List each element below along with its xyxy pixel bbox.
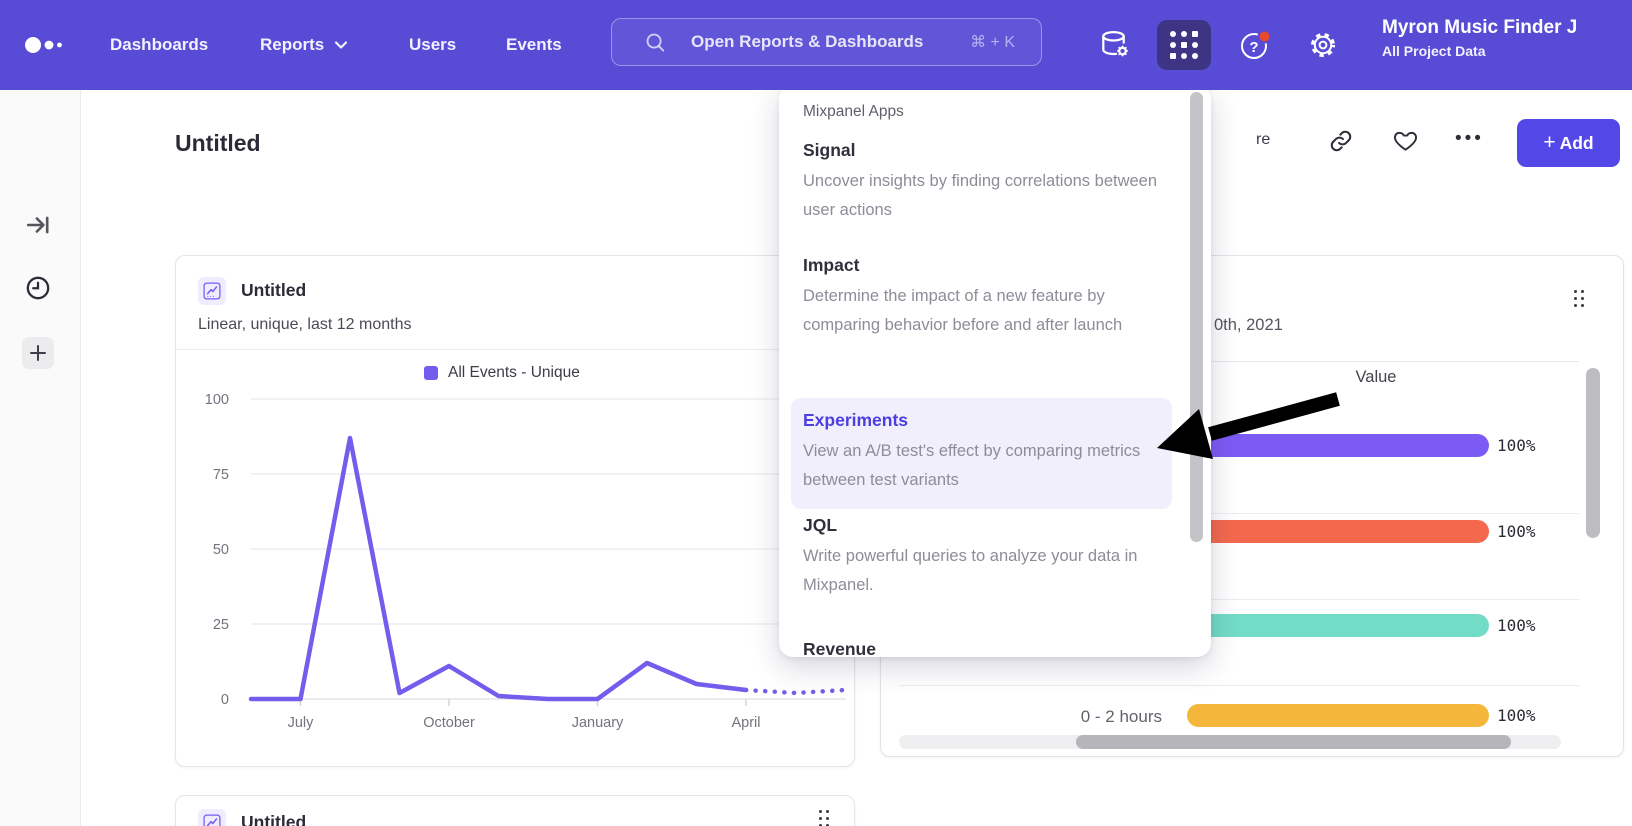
value-text: 100%	[1497, 706, 1536, 725]
search-placeholder: Open Reports & Dashboards	[691, 32, 923, 52]
add-button[interactable]: + Add	[1517, 119, 1620, 167]
recent-clock-icon[interactable]	[22, 272, 54, 304]
menu-item-experiments[interactable]: Experiments View an A/B test's effect by…	[791, 398, 1172, 509]
share-button[interactable]: re	[1256, 131, 1270, 149]
table-row-label: 0 - 2 hours	[962, 707, 1162, 727]
nav-dashboards[interactable]: Dashboards	[110, 0, 208, 90]
dropdown-header: Mixpanel Apps	[803, 103, 904, 121]
data-management-icon[interactable]	[1097, 0, 1133, 90]
chart-card-title: Untitled	[241, 812, 306, 826]
value-bar	[1187, 704, 1489, 727]
svg-text:0: 0	[221, 692, 229, 708]
svg-text:January: January	[572, 715, 624, 731]
line-chart-card-icon	[198, 277, 226, 305]
chevron-down-icon	[334, 40, 348, 50]
svg-text:75: 75	[213, 467, 229, 483]
svg-text:100: 100	[205, 392, 229, 408]
svg-text:October: October	[423, 715, 475, 731]
plus-icon: +	[1543, 131, 1555, 155]
favorite-heart-icon[interactable]	[1392, 128, 1419, 159]
svg-text:25: 25	[213, 617, 229, 633]
vertical-scrollbar[interactable]	[1586, 368, 1600, 538]
expand-sidebar-icon[interactable]	[22, 209, 54, 241]
nav-users[interactable]: Users	[409, 0, 456, 90]
mixpanel-logo-icon[interactable]	[24, 0, 66, 90]
apps-grid-button[interactable]	[1157, 20, 1211, 70]
copy-link-icon[interactable]	[1328, 128, 1354, 159]
top-navbar: Dashboards Reports Users Events Open Rep…	[0, 0, 1632, 90]
svg-text:50: 50	[213, 542, 229, 558]
search-icon	[644, 31, 667, 54]
help-icon[interactable]: ?	[1236, 0, 1274, 90]
menu-item-signal[interactable]: Signal Uncover insights by finding corre…	[791, 140, 1172, 225]
left-rail	[0, 90, 81, 826]
user-project: All Project Data	[1382, 43, 1632, 59]
card-drag-handle[interactable]	[1574, 290, 1584, 307]
line-chart-card: Untitled Linear, unique, last 12 months …	[175, 255, 855, 767]
value-bar	[1187, 614, 1489, 637]
line-chart-card-icon	[198, 809, 226, 826]
value-text: 100%	[1497, 522, 1536, 541]
menu-item-jql[interactable]: JQL Write powerful queries to analyze yo…	[791, 515, 1172, 600]
search-shortcut: ⌘ + K	[970, 32, 1015, 52]
global-search-input[interactable]: Open Reports & Dashboards ⌘ + K	[611, 18, 1042, 66]
settings-gear-icon[interactable]	[1306, 0, 1340, 90]
value-text: 100%	[1497, 436, 1536, 455]
add-board-button[interactable]	[22, 337, 54, 369]
value-text: 100%	[1497, 616, 1536, 635]
more-options-button[interactable]: •••	[1455, 128, 1484, 150]
mixpanel-dashboard: Untitled re ••• + Add Untitled Linear, u…	[0, 0, 1632, 826]
svg-text:April: April	[731, 715, 760, 731]
menu-item-revenue[interactable]: Revenue	[791, 639, 1172, 657]
notification-dot	[1259, 31, 1271, 43]
second-chart-card: Untitled	[175, 795, 855, 826]
page-title: Untitled	[175, 130, 261, 157]
chart-card-subtitle: Linear, unique, last 12 months	[198, 316, 411, 334]
line-chart: 0 25 50 75 100 July October January April	[176, 351, 854, 766]
horizontal-scrollbar[interactable]	[1076, 735, 1511, 749]
nav-events[interactable]: Events	[506, 0, 562, 90]
svg-text:July: July	[288, 715, 315, 731]
dropdown-scrollbar[interactable]	[1190, 92, 1203, 542]
mixpanel-apps-dropdown: Mixpanel Apps Signal Uncover insights by…	[779, 85, 1211, 657]
apps-grid-icon	[1170, 31, 1198, 59]
menu-item-impact[interactable]: Impact Determine the impact of a new fea…	[791, 255, 1172, 340]
card-drag-handle[interactable]	[819, 810, 829, 826]
value-bar	[1187, 434, 1489, 457]
svg-text:?: ?	[1249, 39, 1258, 56]
user-menu[interactable]: Myron Music Finder J All Project Data	[1382, 17, 1632, 59]
value-column-header: Value	[1311, 368, 1441, 387]
date-range-text: 0th, 2021	[1214, 316, 1283, 335]
nav-reports[interactable]: Reports	[260, 0, 348, 90]
value-bar	[1187, 520, 1489, 543]
chart-card-title: Untitled	[241, 280, 306, 301]
user-name: Myron Music Finder J	[1382, 17, 1632, 39]
